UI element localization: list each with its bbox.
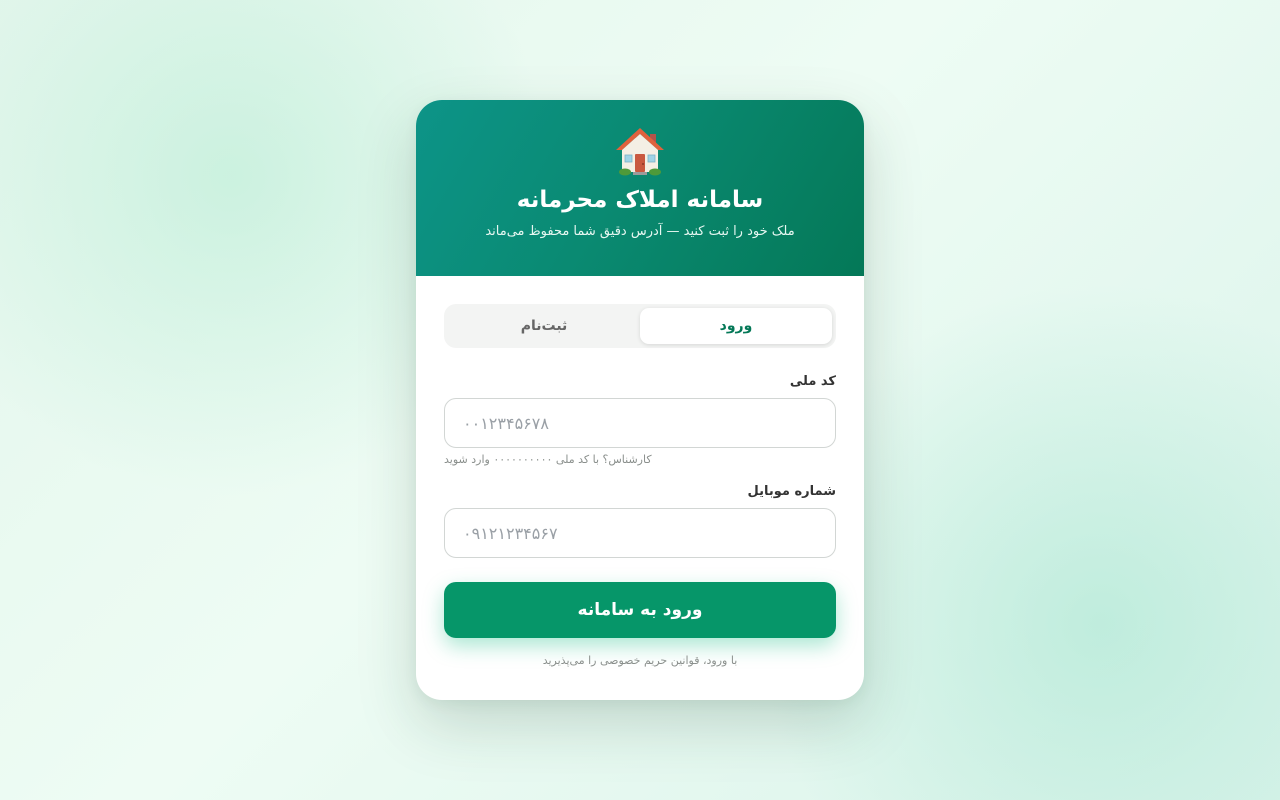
house-icon (416, 124, 864, 193)
login-card: سامانه املاک محرمانه ملک خود را ثبت کنید… (416, 100, 864, 700)
mobile-input[interactable] (444, 508, 836, 558)
auth-tabs: ورود ثبت‌نام (444, 304, 836, 348)
page-title: سامانه املاک محرمانه (516, 187, 764, 213)
form-body: ورود ثبت‌نام کد ملی کارشناس؟ با کد ملی ۰… (416, 276, 864, 667)
page-subtitle: ملک خود را ثبت کنید — آدرس دقیق شما محفو… (485, 224, 795, 239)
card-header: سامانه املاک محرمانه ملک خود را ثبت کنید… (416, 100, 864, 276)
tab-register[interactable]: ثبت‌نام (448, 308, 640, 344)
expert-hint: کارشناس؟ با کد ملی ۰۰۰۰۰۰۰۰۰۰ وارد شوید (444, 453, 652, 466)
login-submit-button[interactable]: ورود به سامانه (444, 582, 836, 638)
mobile-label: شماره موبایل (747, 484, 836, 499)
national-code-input[interactable] (444, 398, 836, 448)
privacy-terms-note: با ورود، قوانین حریم خصوصی را می‌پذیرید (542, 654, 738, 667)
tab-login[interactable]: ورود (640, 308, 832, 344)
national-code-label: کد ملی (789, 374, 836, 389)
